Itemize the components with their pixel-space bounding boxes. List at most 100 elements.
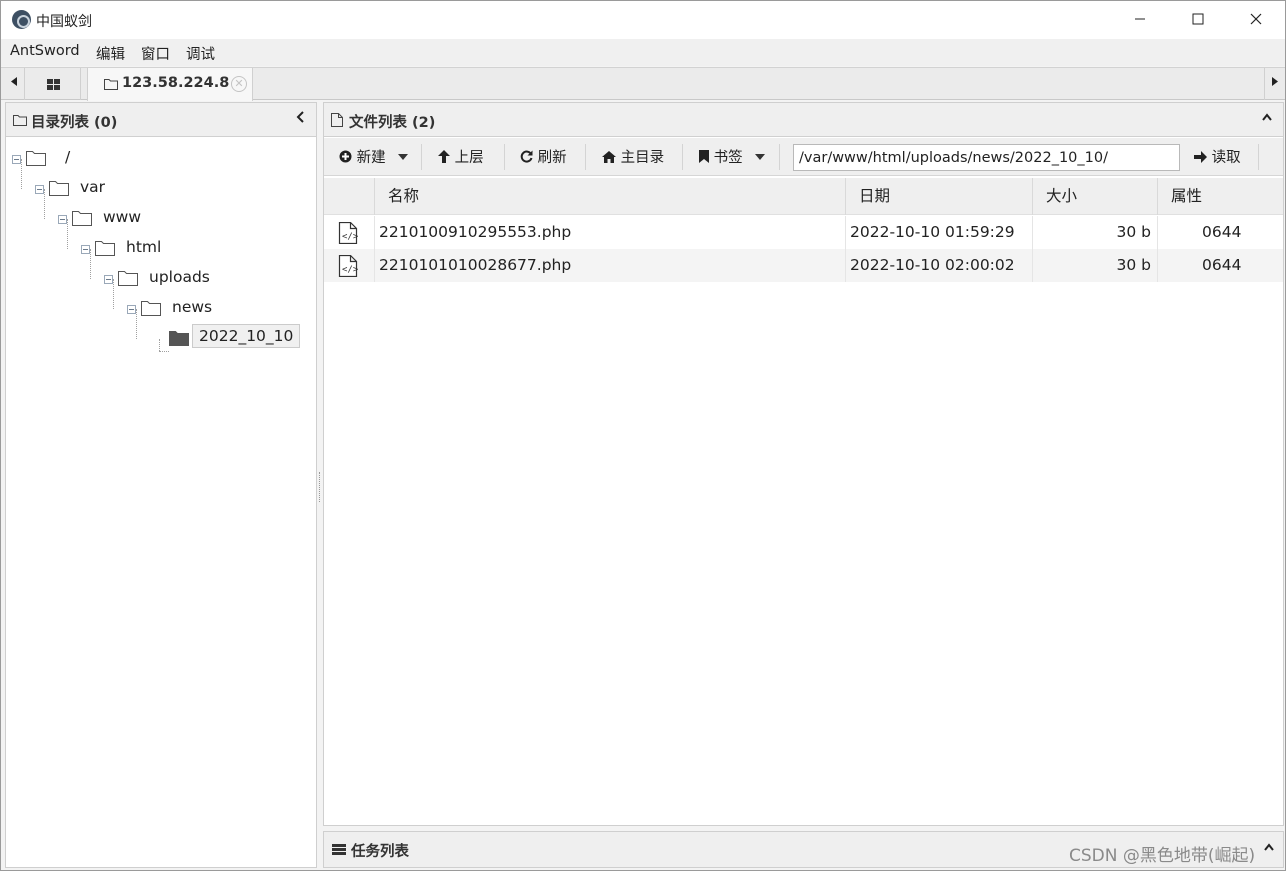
file-name: 2210100910295553.php bbox=[379, 223, 572, 241]
svg-text:</>: </> bbox=[342, 232, 358, 242]
tree-label: uploads bbox=[149, 268, 210, 286]
table-row[interactable]: </> 2210101010028677.php 2022-10-10 02:0… bbox=[324, 249, 1283, 282]
caret-down-icon bbox=[398, 154, 409, 160]
tab-label: 123.58.224.8 bbox=[122, 75, 230, 91]
bookmark-icon bbox=[699, 150, 709, 163]
folder-icon bbox=[49, 181, 69, 196]
column-size[interactable]: 大小 bbox=[1032, 178, 1157, 215]
folder-icon bbox=[26, 151, 46, 166]
directory-panel-header: 目录列表 (0) bbox=[6, 103, 316, 137]
chevron-up-icon bbox=[1264, 843, 1274, 851]
tree-label: 2022_10_10 bbox=[192, 324, 301, 348]
watermark: CSDN @黑色地带(崛起) bbox=[1069, 846, 1256, 866]
file-size: 30 b bbox=[1116, 256, 1152, 274]
new-button[interactable]: 新建 bbox=[339, 146, 409, 167]
bookmark-button[interactable]: 书签 bbox=[699, 146, 766, 167]
tab-scroll-right-button[interactable] bbox=[1264, 68, 1285, 100]
up-level-button[interactable]: 上层 bbox=[438, 146, 484, 167]
file-size: 30 b bbox=[1116, 223, 1152, 241]
menu-antsword[interactable]: AntSword bbox=[10, 43, 80, 59]
collapse-toggle-icon[interactable] bbox=[58, 215, 67, 224]
caret-down-icon bbox=[755, 154, 766, 160]
folder-icon bbox=[104, 79, 118, 90]
collapse-toggle-icon[interactable] bbox=[35, 185, 44, 194]
plus-circle-icon bbox=[339, 150, 352, 163]
column-name[interactable]: 名称 bbox=[374, 178, 845, 215]
file-perm: 0644 bbox=[1202, 256, 1242, 274]
menu-debug[interactable]: 调试 bbox=[186, 43, 215, 64]
file-panel: 文件列表 (2) 新建 上层 刷新 主目录 书签 /var/www/html/u… bbox=[323, 102, 1284, 826]
folder-icon bbox=[95, 241, 115, 256]
caret-right-icon bbox=[1272, 77, 1278, 86]
refresh-button[interactable]: 刷新 bbox=[520, 146, 567, 167]
tab-bar: 123.58.224.8 ✕ bbox=[1, 67, 1285, 101]
collapse-toggle-icon[interactable] bbox=[81, 245, 90, 254]
maximize-icon bbox=[1192, 13, 1204, 25]
tree-label: www bbox=[103, 208, 142, 226]
collapse-left-button[interactable] bbox=[296, 109, 306, 128]
title-bar: 中国蚁剑 bbox=[1, 1, 1285, 39]
maximize-button[interactable] bbox=[1169, 1, 1227, 39]
table-row[interactable]: </> 2210100910295553.php 2022-10-10 01:5… bbox=[324, 216, 1283, 249]
close-button[interactable] bbox=[1227, 1, 1285, 39]
file-panel-header: 文件列表 (2) bbox=[324, 103, 1283, 137]
folder-icon bbox=[72, 211, 92, 226]
read-button[interactable]: 读取 bbox=[1194, 146, 1241, 167]
tree-label: var bbox=[80, 178, 106, 196]
path-input[interactable] bbox=[793, 144, 1180, 171]
close-icon bbox=[1250, 13, 1262, 25]
window-title: 中国蚁剑 bbox=[36, 14, 92, 30]
arrow-right-icon bbox=[1194, 151, 1207, 163]
folder-icon bbox=[141, 301, 161, 316]
minimize-button[interactable] bbox=[1111, 1, 1169, 39]
expand-task-panel-button[interactable] bbox=[1263, 840, 1275, 856]
file-toolbar: 新建 上层 刷新 主目录 书签 /var/www/html/uploads/ne… bbox=[324, 138, 1283, 176]
chevron-left-icon bbox=[296, 111, 304, 123]
minimize-icon bbox=[1135, 18, 1145, 20]
folder-filled-icon bbox=[169, 331, 189, 346]
home-label: 主目录 bbox=[620, 150, 665, 166]
column-perm[interactable]: 属性 bbox=[1157, 178, 1283, 215]
refresh-label: 刷新 bbox=[537, 150, 567, 166]
antsword-logo-icon bbox=[12, 10, 31, 29]
svg-text:</>: </> bbox=[342, 265, 358, 275]
up-label: 上层 bbox=[454, 150, 484, 166]
read-label: 读取 bbox=[1211, 150, 1241, 166]
app-window: 中国蚁剑 AntSword 编辑 窗口 调试 123.58.224.8 ✕ 目录… bbox=[0, 0, 1286, 871]
folder-icon bbox=[118, 271, 138, 286]
collapse-toggle-icon[interactable] bbox=[127, 305, 136, 314]
php-file-icon: </> bbox=[338, 255, 358, 277]
tab-home[interactable] bbox=[27, 68, 81, 100]
grid-header: 名称 日期 大小 属性 bbox=[324, 178, 1283, 215]
tree-label: / bbox=[65, 148, 71, 166]
directory-panel: 目录列表 (0) / var www html uploads news 202… bbox=[5, 102, 317, 868]
collapse-toggle-icon[interactable] bbox=[104, 275, 113, 284]
new-label: 新建 bbox=[356, 150, 386, 166]
php-file-icon: </> bbox=[338, 222, 358, 244]
column-date[interactable]: 日期 bbox=[845, 178, 1032, 215]
file-date: 2022-10-10 02:00:02 bbox=[850, 256, 1015, 274]
file-date: 2022-10-10 01:59:29 bbox=[850, 223, 1015, 241]
file-perm: 0644 bbox=[1202, 223, 1242, 241]
directory-panel-title: 目录列表 (0) bbox=[31, 115, 118, 131]
chevron-up-icon bbox=[1262, 113, 1272, 121]
collapse-toggle-icon[interactable] bbox=[12, 155, 21, 164]
file-name: 2210101010028677.php bbox=[379, 256, 572, 274]
collapse-file-panel-button[interactable] bbox=[1261, 109, 1273, 128]
menu-window[interactable]: 窗口 bbox=[141, 43, 170, 64]
menu-edit[interactable]: 编辑 bbox=[96, 43, 125, 64]
file-icon bbox=[331, 113, 343, 127]
folder-icon bbox=[13, 115, 27, 126]
task-panel-title: 任务列表 bbox=[351, 844, 409, 860]
arrow-up-icon bbox=[438, 150, 450, 163]
tab-close-button[interactable]: ✕ bbox=[231, 76, 247, 92]
file-panel-title: 文件列表 (2) bbox=[349, 115, 436, 131]
caret-left-icon bbox=[10, 77, 17, 86]
tab-scroll-left-button[interactable] bbox=[3, 68, 25, 100]
grid-icon bbox=[47, 78, 60, 90]
tree-label: html bbox=[126, 238, 162, 256]
tab-shell[interactable]: 123.58.224.8 ✕ bbox=[87, 68, 253, 101]
task-list-icon bbox=[332, 844, 346, 855]
home-dir-button[interactable]: 主目录 bbox=[602, 146, 664, 167]
bookmark-label: 书签 bbox=[713, 150, 743, 166]
